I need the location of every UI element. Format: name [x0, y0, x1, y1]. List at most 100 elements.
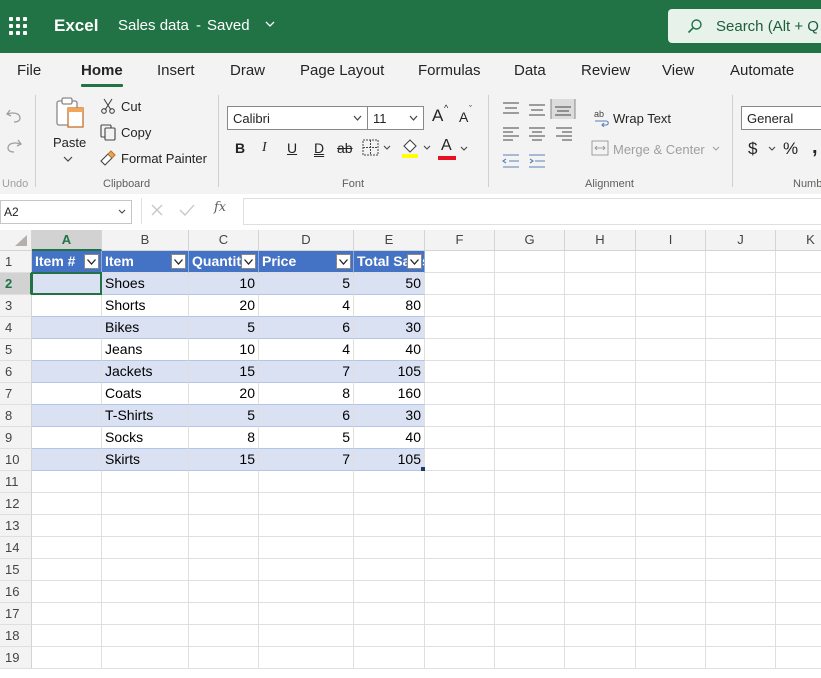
number-format-combo[interactable]: General [741, 106, 821, 130]
cell-f4[interactable] [425, 317, 495, 339]
cell-g17[interactable] [495, 603, 565, 625]
app-name[interactable]: Excel [54, 16, 98, 36]
row-header-19[interactable]: 19 [0, 647, 32, 669]
table-header-cell[interactable]: Item [102, 251, 189, 273]
table-cell-price[interactable]: 6 [259, 405, 354, 427]
cell-k5[interactable] [776, 339, 821, 361]
table-cell-total[interactable]: 40 [354, 427, 425, 449]
cell-j15[interactable] [706, 559, 776, 581]
table-cell-item-no[interactable] [32, 449, 102, 471]
cell-j7[interactable] [706, 383, 776, 405]
column-header-f[interactable]: F [425, 230, 495, 251]
cell-k4[interactable] [776, 317, 821, 339]
cell-g12[interactable] [495, 493, 565, 515]
cell-d19[interactable] [259, 647, 354, 669]
name-box[interactable]: A2 [0, 200, 132, 224]
format-painter-button[interactable]: Format Painter [121, 151, 207, 166]
tab-draw[interactable]: Draw [230, 62, 265, 79]
comma-style-button[interactable]: , [812, 136, 818, 159]
cell-h9[interactable] [565, 427, 636, 449]
cell-a12[interactable] [32, 493, 102, 515]
cell-c19[interactable] [189, 647, 259, 669]
cell-k19[interactable] [776, 647, 821, 669]
cell-f12[interactable] [425, 493, 495, 515]
font-color-button[interactable]: A [441, 137, 452, 155]
cell-k9[interactable] [776, 427, 821, 449]
row-header-16[interactable]: 16 [0, 581, 32, 603]
column-header-a[interactable]: A [32, 230, 102, 251]
cell-i1[interactable] [636, 251, 706, 273]
table-cell-item[interactable]: Shorts [102, 295, 189, 317]
tab-page-layout[interactable]: Page Layout [300, 62, 384, 79]
cell-k3[interactable] [776, 295, 821, 317]
table-cell-price[interactable]: 6 [259, 317, 354, 339]
cell-a13[interactable] [32, 515, 102, 537]
cell-e16[interactable] [354, 581, 425, 603]
cell-i11[interactable] [636, 471, 706, 493]
table-cell-item-no[interactable] [32, 339, 102, 361]
currency-button[interactable]: $ [748, 139, 757, 159]
table-cell-total[interactable]: 105 [354, 361, 425, 383]
cell-g9[interactable] [495, 427, 565, 449]
row-header-8[interactable]: 8 [0, 405, 32, 427]
cell-f15[interactable] [425, 559, 495, 581]
table-cell-item[interactable]: T-Shirts [102, 405, 189, 427]
double-underline-button[interactable]: D [314, 140, 324, 156]
cell-c11[interactable] [189, 471, 259, 493]
table-cell-price[interactable]: 7 [259, 449, 354, 471]
cell-c14[interactable] [189, 537, 259, 559]
cell-g11[interactable] [495, 471, 565, 493]
row-header-3[interactable]: 3 [0, 295, 32, 317]
table-cell-quantity[interactable]: 20 [189, 295, 259, 317]
row-header-5[interactable]: 5 [0, 339, 32, 361]
cell-c13[interactable] [189, 515, 259, 537]
table-cell-item-no[interactable] [32, 405, 102, 427]
cell-h5[interactable] [565, 339, 636, 361]
horizontal-align-icons[interactable] [502, 126, 574, 142]
cell-h14[interactable] [565, 537, 636, 559]
cell-f13[interactable] [425, 515, 495, 537]
table-cell-item[interactable]: Coats [102, 383, 189, 405]
cell-g16[interactable] [495, 581, 565, 603]
fill-color-icon[interactable] [400, 137, 434, 159]
cell-b13[interactable] [102, 515, 189, 537]
cell-f11[interactable] [425, 471, 495, 493]
indent-icons[interactable] [502, 153, 546, 169]
cell-j10[interactable] [706, 449, 776, 471]
cell-k12[interactable] [776, 493, 821, 515]
cell-h8[interactable] [565, 405, 636, 427]
column-header-i[interactable]: I [636, 230, 706, 251]
cell-g19[interactable] [495, 647, 565, 669]
worksheet-grid[interactable]: ABCDEFGHIJK 1 2 3 4 5 6 7 8 9 10 11 12 13 14 15 16 17 18 1… [0, 230, 821, 678]
row-header-11[interactable]: 11 [0, 471, 32, 493]
cell-j1[interactable] [706, 251, 776, 273]
filter-dropdown-button[interactable] [336, 254, 351, 269]
cell-k6[interactable] [776, 361, 821, 383]
cut-button[interactable]: Cut [121, 99, 141, 114]
cell-c12[interactable] [189, 493, 259, 515]
cell-c17[interactable] [189, 603, 259, 625]
underline-button[interactable]: U [287, 140, 297, 156]
paste-label[interactable]: Paste [53, 135, 86, 150]
cell-b15[interactable] [102, 559, 189, 581]
cell-f6[interactable] [425, 361, 495, 383]
cell-e12[interactable] [354, 493, 425, 515]
row-header-7[interactable]: 7 [0, 383, 32, 405]
cell-h2[interactable] [565, 273, 636, 295]
cell-j2[interactable] [706, 273, 776, 295]
cell-i6[interactable] [636, 361, 706, 383]
cell-a14[interactable] [32, 537, 102, 559]
cell-h3[interactable] [565, 295, 636, 317]
cell-b16[interactable] [102, 581, 189, 603]
row-header-10[interactable]: 10 [0, 449, 32, 471]
column-header-c[interactable]: C [189, 230, 259, 251]
cell-f7[interactable] [425, 383, 495, 405]
cell-f10[interactable] [425, 449, 495, 471]
column-header-h[interactable]: H [565, 230, 636, 251]
table-cell-total[interactable]: 160 [354, 383, 425, 405]
table-cell-price[interactable]: 8 [259, 383, 354, 405]
filter-dropdown-button[interactable] [84, 254, 99, 269]
cell-k16[interactable] [776, 581, 821, 603]
cell-i13[interactable] [636, 515, 706, 537]
cell-g2[interactable] [495, 273, 565, 295]
